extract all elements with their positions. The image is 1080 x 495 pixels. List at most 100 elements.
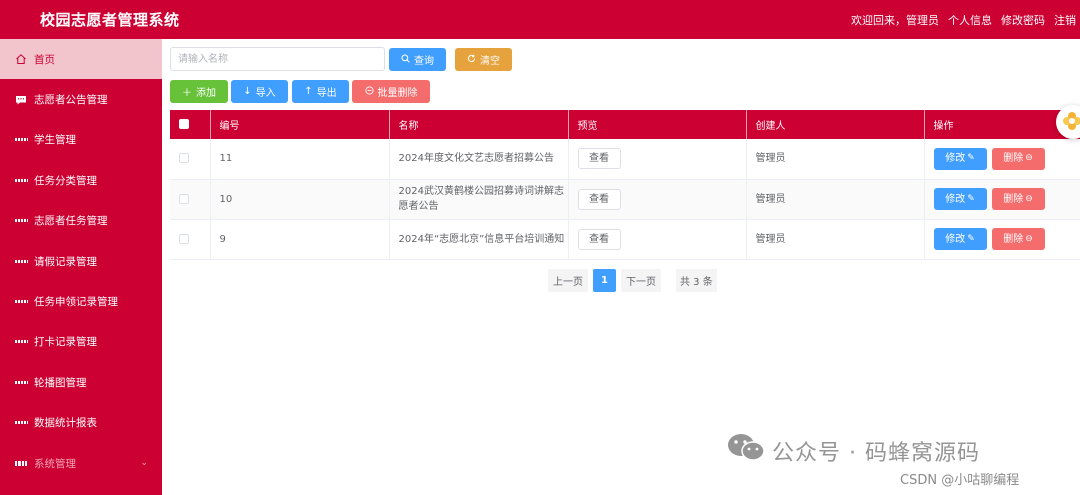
chat-icon	[15, 94, 27, 106]
add-button[interactable]: ＋ 添加	[170, 80, 228, 103]
delete-button[interactable]: 删除 ⊖	[991, 188, 1045, 210]
cell-creator: 管理员	[746, 139, 925, 180]
table-header-row: 编号 名称 预览 创建人 操作	[170, 110, 1080, 139]
add-label: 添加	[196, 88, 216, 99]
edit-button[interactable]: 修改 ✎	[933, 188, 987, 210]
grid-icon	[15, 255, 27, 267]
edit-button[interactable]: 修改 ✎	[933, 147, 987, 170]
column-header-id[interactable]: 编号	[210, 110, 390, 139]
import-button[interactable]: ↓ 导入	[231, 80, 288, 103]
grid-icon	[15, 134, 27, 146]
sidebar-item-students[interactable]: 学生管理	[0, 120, 162, 160]
preview-button[interactable]: 查看	[577, 148, 621, 170]
batch-delete-label: 批量删除	[377, 88, 418, 99]
search-icon	[401, 53, 410, 66]
welcome-text: 欢迎回来，管理员	[851, 14, 939, 27]
delete-label: 删除	[1003, 233, 1024, 245]
arrow-up-icon: ↑	[304, 86, 313, 97]
grid-icon	[15, 174, 27, 186]
minus-circle-icon	[364, 85, 374, 98]
minus-circle-icon: ⊖	[1025, 193, 1033, 204]
cell-name: 2024年度文化文艺志愿者招募公告	[389, 139, 569, 180]
sidebar-item-system[interactable]: 系统管理 ⌄	[0, 443, 162, 483]
preview-button[interactable]: 查看	[577, 228, 621, 250]
plus-icon: ＋	[182, 88, 192, 99]
change-password-link[interactable]: 修改密码	[1001, 12, 1045, 28]
cell-id: 11	[210, 139, 390, 180]
chevron-down-icon[interactable]: ⌄	[140, 458, 148, 468]
row-checkbox[interactable]	[179, 193, 189, 204]
watermark-sub: CSDN @小咕聊编程	[900, 473, 1020, 488]
watermark: 公众号 · 码蜂窝源码	[726, 432, 980, 470]
edit-button[interactable]: 修改 ✎	[933, 228, 987, 250]
clear-button[interactable]: 清空	[455, 48, 512, 71]
sidebar-item-label: 任务申领记录管理	[34, 296, 118, 309]
total-count: 共 3 条	[676, 269, 717, 292]
minus-circle-icon: ⊖	[1025, 153, 1033, 164]
grid-icon	[15, 417, 27, 429]
sidebar-item-label: 打卡记录管理	[34, 336, 97, 349]
cell-name: 2024年“志愿北京”信息平台培训通知	[389, 219, 569, 260]
profile-link[interactable]: 个人信息	[948, 12, 992, 28]
apps-icon	[15, 457, 27, 469]
column-header-name[interactable]: 名称	[389, 110, 569, 139]
logout-link[interactable]: 注销	[1054, 12, 1076, 28]
sidebar-item-label: 志愿者任务管理	[34, 215, 108, 228]
edit-label: 修改	[945, 153, 966, 165]
prev-page-button[interactable]: 上一页	[548, 269, 588, 292]
delete-button[interactable]: 删除 ⊖	[991, 147, 1045, 170]
cell-creator: 管理员	[746, 179, 925, 220]
edit-icon: ✎	[967, 193, 975, 204]
page-number-button[interactable]: 1	[593, 269, 616, 292]
notice-table: 编号 名称 预览 创建人 操作 11 2024年度文化文艺志愿者招募公告 查看 …	[170, 110, 1080, 260]
search-input[interactable]	[170, 47, 385, 71]
column-header-preview: 预览	[568, 110, 747, 139]
watermark-text: 公众号 · 码蜂窝源码	[772, 441, 980, 466]
sidebar-item-label: 系统管理	[34, 457, 76, 470]
row-checkbox[interactable]	[179, 233, 189, 244]
query-button[interactable]: 查询	[389, 48, 446, 71]
clear-label: 清空	[480, 56, 500, 67]
sidebar-item-leave-records[interactable]: 请假记录管理	[0, 241, 162, 281]
sidebar-item-home[interactable]: 首页	[0, 39, 162, 80]
next-page-button[interactable]: 下一页	[621, 269, 661, 292]
sidebar-item-task-claims[interactable]: 任务申领记录管理	[0, 281, 162, 321]
top-header: 校园志愿者管理系统 欢迎回来，管理员 个人信息 修改密码 注销	[0, 0, 1080, 39]
sidebar-item-statistics[interactable]: 数据统计报表	[0, 403, 162, 443]
cell-name: 2024武汉黄鹤楼公园招募诗词讲解志愿者公告	[389, 179, 569, 220]
sidebar-item-label: 数据统计报表	[34, 417, 97, 430]
select-all-cell	[170, 110, 211, 139]
sidebar-item-label: 任务分类管理	[34, 174, 97, 187]
sidebar-item-carousel[interactable]: 轮播图管理	[0, 362, 162, 402]
export-label: 导出	[316, 88, 337, 99]
flower-icon	[1062, 111, 1080, 134]
sidebar-item-label: 轮播图管理	[34, 376, 87, 389]
grid-icon	[15, 215, 27, 227]
row-checkbox[interactable]	[179, 153, 189, 164]
sidebar-item-task-category[interactable]: 任务分类管理	[0, 160, 162, 200]
select-all-checkbox[interactable]	[179, 119, 189, 129]
table-row: 10 2024武汉黄鹤楼公园招募诗词讲解志愿者公告 查看 管理员 修改 ✎ 删除 ⊖	[170, 179, 1080, 220]
cell-creator: 管理员	[746, 219, 925, 260]
header-actions: 欢迎回来，管理员 个人信息 修改密码 注销	[851, 12, 1076, 28]
column-header-creator: 创建人	[746, 110, 925, 139]
export-button[interactable]: ↑ 导出	[292, 80, 349, 103]
edit-icon: ✎	[967, 233, 975, 244]
sidebar-item-label: 学生管理	[34, 134, 76, 147]
sidebar-item-checkin-records[interactable]: 打卡记录管理	[0, 322, 162, 362]
pagination: 上一页 1 下一页 共 3 条	[548, 269, 717, 292]
sidebar-item-notice[interactable]: 志愿者公告管理	[0, 79, 162, 119]
edit-icon: ✎	[967, 153, 975, 164]
batch-delete-button[interactable]: 批量删除	[352, 80, 430, 103]
sidebar-item-volunteer-tasks[interactable]: 志愿者任务管理	[0, 201, 162, 241]
delete-button[interactable]: 删除 ⊖	[991, 228, 1045, 250]
grid-icon	[15, 376, 27, 388]
table-row: 11 2024年度文化文艺志愿者招募公告 查看 管理员 修改 ✎ 删除 ⊖	[170, 139, 1080, 180]
sidebar-item-label: 志愿者公告管理	[34, 94, 108, 107]
edit-label: 修改	[945, 193, 966, 205]
query-label: 查询	[414, 56, 434, 67]
sidebar-item-label: 首页	[34, 53, 55, 66]
import-label: 导入	[255, 88, 276, 99]
wechat-icon	[726, 432, 766, 470]
preview-button[interactable]: 查看	[577, 188, 621, 210]
